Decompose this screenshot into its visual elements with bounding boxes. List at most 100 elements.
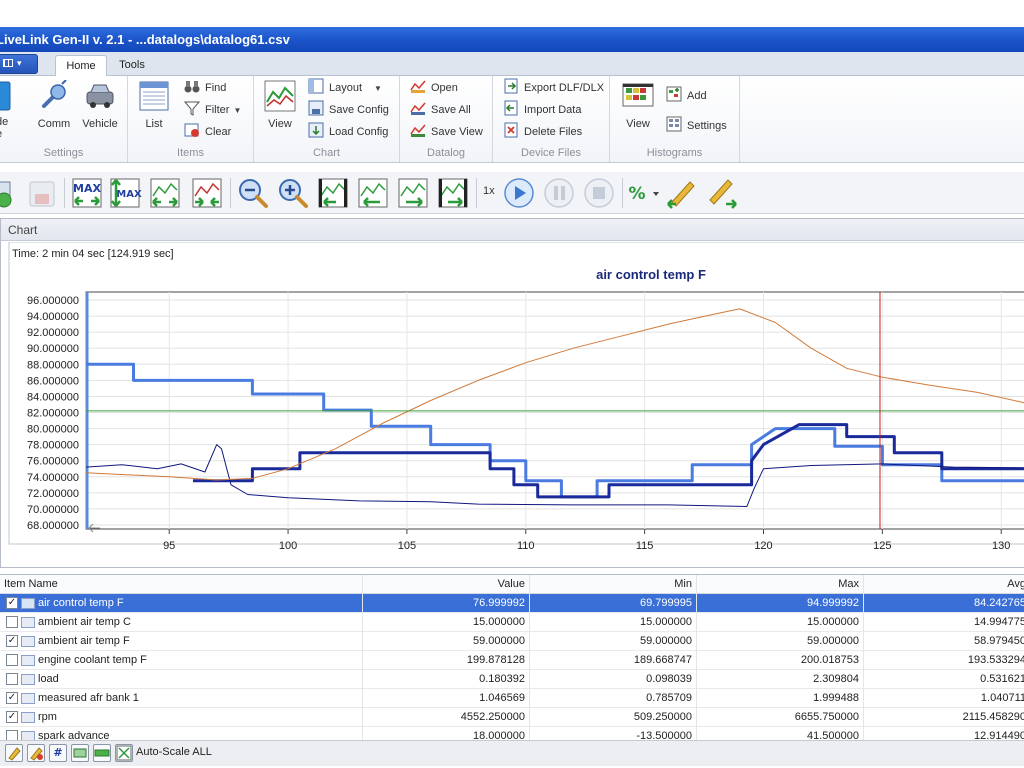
table-row[interactable]: spark advance 18.000000 -13.500000 41.50000… (0, 727, 1024, 740)
item-name-cell: ambient air temp F (34, 632, 363, 651)
max-cell: 6655.750000 (697, 708, 864, 727)
row-checkbox[interactable] (6, 673, 18, 685)
percent-dropdown-icon[interactable]: % (626, 176, 662, 210)
pencil-left-icon[interactable] (664, 176, 698, 210)
histogram-view-button[interactable]: View (620, 80, 656, 130)
histogram-view-label: View (626, 118, 650, 130)
app-menu-button[interactable]: ▾ (0, 54, 38, 74)
column-header-max[interactable]: Max (697, 575, 864, 594)
record-icon[interactable] (0, 176, 24, 210)
export-dlf-button[interactable]: Export DLF/DLX (503, 78, 604, 98)
expand-chart-icon[interactable] (148, 176, 182, 210)
column-header-avg[interactable]: Avg (864, 575, 1024, 594)
table-row[interactable]: ambient air temp C 15.000000 15.000000 15.0… (0, 613, 1024, 632)
fit-height-icon[interactable] (93, 744, 111, 762)
histogram-settings-button[interactable]: Settings (666, 116, 727, 136)
pencil-edit-icon[interactable] (5, 744, 23, 762)
table-row[interactable]: ✓ ambient air temp F 59.000000 59.000000 59.… (0, 632, 1024, 651)
save-config-button[interactable]: Save Config (308, 100, 389, 120)
auto-scale-icon[interactable] (115, 744, 133, 762)
open-button[interactable]: Open (410, 78, 458, 98)
svg-text:MAX: MAX (73, 182, 101, 195)
scroll-right-icon[interactable] (396, 176, 430, 210)
row-checkbox[interactable]: ✓ (6, 711, 18, 723)
clear-button[interactable]: Clear (184, 122, 231, 142)
pencil-clear-icon[interactable] (27, 744, 45, 762)
list-button[interactable]: List (136, 80, 172, 130)
row-checkbox[interactable]: ✓ (6, 692, 18, 704)
delete-files-button[interactable]: Delete Files (503, 122, 582, 142)
row-checkbox[interactable] (6, 730, 18, 740)
tab-tools[interactable]: Tools (110, 55, 154, 77)
table-row[interactable]: ✓ measured afr bank 1 1.046569 0.785709 1.99… (0, 689, 1024, 708)
partial-button[interactable]: dee (0, 80, 16, 140)
item-name-cell: load (34, 670, 363, 689)
scroll-start-icon[interactable] (316, 176, 350, 210)
tab-home[interactable]: Home (55, 55, 107, 77)
y-tick-label: 84.000000 (27, 391, 79, 403)
max-vertical-icon[interactable]: MAX (108, 176, 142, 210)
add-icon (666, 86, 682, 102)
delete-files-label: Delete Files (524, 126, 583, 138)
import-data-button[interactable]: Import Data (503, 100, 581, 120)
find-label: Find (205, 82, 227, 94)
max-horizontal-icon[interactable]: MAX (70, 176, 104, 210)
save-all-label: Save All (431, 104, 471, 116)
pid-icon (21, 712, 35, 723)
layout-button[interactable]: Layout ▼ (308, 78, 382, 98)
zoom-in-icon[interactable] (276, 176, 310, 210)
chart-panel: Chart Time: 2 min 04 sec [124.919 sec] ai… (0, 218, 1024, 568)
stop-icon[interactable] (582, 176, 616, 210)
import-icon (503, 100, 519, 116)
scroll-left-icon[interactable] (356, 176, 390, 210)
scroll-end-icon[interactable] (436, 176, 470, 210)
row-checkbox[interactable] (6, 616, 18, 628)
fit-width-icon[interactable] (71, 744, 89, 762)
settings-label: Settings (687, 120, 727, 132)
column-header-min[interactable]: Min (530, 575, 697, 594)
ribbon-group-settings: dee Comm Vehicle Settings (0, 76, 128, 162)
compress-chart-icon[interactable] (190, 176, 224, 210)
min-cell: -13.500000 (530, 727, 697, 740)
partial-label-1: de (0, 116, 9, 128)
find-button[interactable]: Find (184, 78, 226, 98)
play-icon[interactable] (502, 176, 536, 210)
chart-plot[interactable]: Time: 2 min 04 sec [124.919 sec] air cont… (1, 242, 1024, 567)
load-config-button[interactable]: Load Config (308, 122, 388, 142)
save-all-button[interactable]: Save All (410, 100, 471, 120)
row-checkbox[interactable]: ✓ (6, 635, 18, 647)
table-row[interactable]: ✓ air control temp F 76.999992 69.799995 94.… (0, 594, 1024, 613)
group-label-settings: Settings (43, 147, 84, 159)
comm-button[interactable]: Comm (34, 79, 74, 130)
table-row[interactable]: engine coolant temp F 199.878128 189.66874… (0, 651, 1024, 670)
pause-icon[interactable] (542, 176, 576, 210)
table-row[interactable]: load 0.180392 0.098039 2.309804 0.531621 (0, 670, 1024, 689)
row-checkbox[interactable] (6, 654, 18, 666)
max-cell: 15.000000 (697, 613, 864, 632)
column-header-item-name[interactable]: Item Name (0, 575, 363, 594)
vehicle-button[interactable]: Vehicle (80, 80, 120, 130)
item-name-cell: ambient air temp C (34, 613, 363, 632)
histogram-add-button[interactable]: Add (666, 86, 707, 106)
zoom-out-icon[interactable] (236, 176, 270, 210)
item-name-cell: measured afr bank 1 (34, 689, 363, 708)
playback-speed[interactable]: 1x (483, 185, 495, 197)
ribbon-group-items: List Find Filter ▼ Clear Items (128, 76, 254, 162)
value-cell: 76.999992 (363, 594, 530, 613)
filter-button[interactable]: Filter ▼ (183, 100, 241, 120)
ribbon-group-device-files: Export DLF/DLX Import Data Delete Files … (493, 76, 610, 162)
save-view-button[interactable]: Save View (410, 122, 483, 142)
value-cell: 0.180392 (363, 670, 530, 689)
export-dlf-label: Export DLF/DLX (524, 82, 605, 94)
chart-toolbar: MAX MAX 1x % (0, 172, 1024, 214)
column-header-value[interactable]: Value (363, 575, 530, 594)
hash-icon[interactable]: # (49, 744, 67, 762)
chart-view-button[interactable]: View (262, 80, 298, 130)
toolbar-separator (230, 178, 231, 208)
pencil-right-icon[interactable] (704, 176, 738, 210)
auto-scale-label[interactable]: Auto-Scale ALL (136, 746, 212, 758)
table-row[interactable]: ✓ rpm 4552.250000 509.250000 6655.750000 2115… (0, 708, 1024, 727)
save-disabled-icon[interactable] (26, 176, 60, 210)
y-tick-label: 70.000000 (27, 504, 79, 516)
row-checkbox[interactable]: ✓ (6, 597, 18, 609)
